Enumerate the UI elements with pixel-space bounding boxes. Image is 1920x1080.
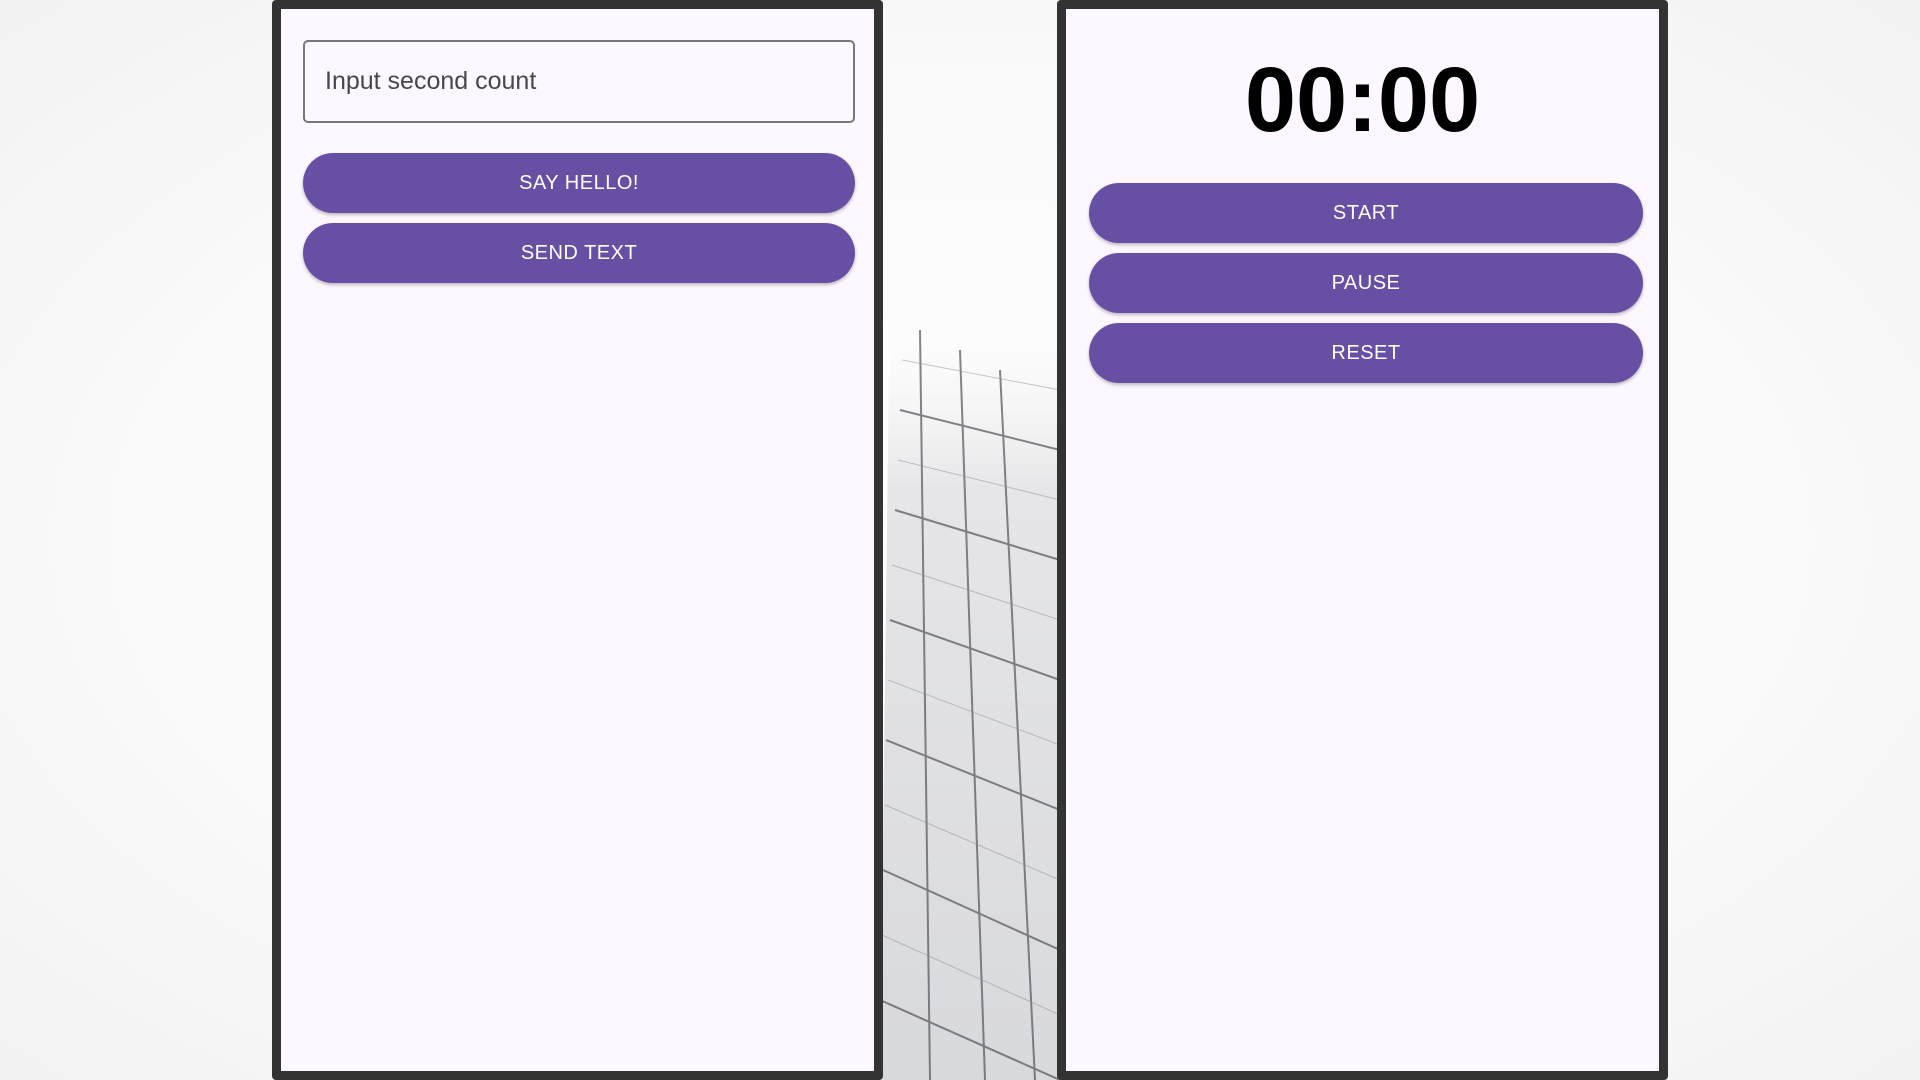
second-count-input[interactable] [303,40,855,123]
say-hello-button[interactable]: SAY HELLO! [303,153,855,213]
stage: SAY HELLO! SEND TEXT 00:00 START PAUSE R… [0,0,1920,1080]
send-text-button[interactable]: SEND TEXT [303,223,855,283]
building-background-image [880,290,1060,1080]
start-button[interactable]: START [1089,183,1643,243]
right-phone-screen: 00:00 START PAUSE RESET [1057,0,1668,1080]
timer-display: 00:00 [1244,49,1481,151]
pause-button[interactable]: PAUSE [1089,253,1643,313]
left-phone-screen: SAY HELLO! SEND TEXT [272,0,883,1080]
reset-button[interactable]: RESET [1089,323,1643,383]
